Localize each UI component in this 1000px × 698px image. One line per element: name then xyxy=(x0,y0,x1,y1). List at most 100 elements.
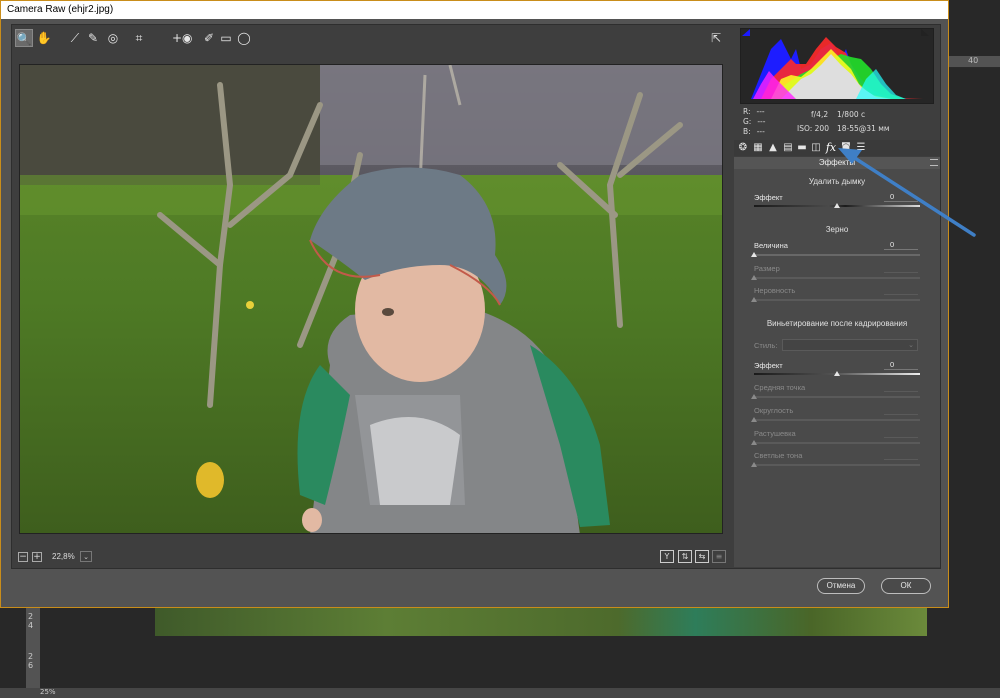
dehaze-heading: Удалить дымку xyxy=(808,177,866,186)
grain-roughness-value xyxy=(884,286,918,295)
dehaze-amount-label: Эффект xyxy=(754,193,783,202)
tab-lens-corrections-icon[interactable]: ◫ xyxy=(810,142,822,154)
hand-tool-icon[interactable]: ✋ xyxy=(35,29,53,47)
grain-size-label: Размер xyxy=(754,264,780,273)
white-balance-tool-icon[interactable]: ⟋ xyxy=(66,29,84,47)
dehaze-slider-thumb[interactable] xyxy=(834,203,840,208)
aperture-value: f/4,2 xyxy=(811,110,829,119)
tab-effects-icon[interactable]: fx xyxy=(825,142,837,154)
vignette-midpoint-label: Средняя точка xyxy=(754,383,806,392)
ruler-tick-label: 40 xyxy=(968,56,979,65)
zoom-tool-icon[interactable]: 🔍 xyxy=(15,29,33,47)
panel-tabs: ❂ ▦ ▲ ▤ ▬ ◫ fx ◙ ☰ xyxy=(734,140,940,156)
histogram-graph xyxy=(751,37,923,99)
vignette-midpoint-track xyxy=(754,396,920,398)
grain-amount-value[interactable]: 0 xyxy=(884,241,918,250)
graduated-filter-tool-icon[interactable]: ◯ xyxy=(235,29,253,47)
rgb-blue: B: --- xyxy=(743,127,765,136)
vignette-feather-label: Растушевка xyxy=(754,429,796,438)
swap-before-after-button[interactable]: ⇅ xyxy=(678,550,692,563)
vignette-amount-label: Эффект xyxy=(754,361,783,370)
vignette-roundness-value xyxy=(884,406,918,415)
title-bar[interactable]: Camera Raw (ehjr2.jpg) xyxy=(1,1,948,19)
ps-document-canvas xyxy=(155,608,927,636)
toggle-settings-button[interactable]: ≡ xyxy=(712,550,726,563)
adjustment-brush-tool-icon[interactable]: ▭ xyxy=(217,29,235,47)
image-preview[interactable] xyxy=(19,64,723,534)
histogram xyxy=(740,28,934,104)
vignette-highlights-value xyxy=(884,451,918,460)
crop-tool-icon[interactable]: ⌗ xyxy=(130,29,148,47)
window-title: Camera Raw (ehjr2.jpg) xyxy=(7,4,114,15)
ps-zoom-status: 25% xyxy=(40,688,56,696)
shutter-value: 1/800 с xyxy=(837,110,866,119)
tab-hsl-icon[interactable]: ▤ xyxy=(782,142,794,154)
color-sampler-tool-icon[interactable]: ✎ xyxy=(84,29,102,47)
tab-detail-icon[interactable]: ▲ xyxy=(767,142,779,154)
vignette-highlights-track xyxy=(754,464,920,466)
grain-size-value xyxy=(884,264,918,273)
vignette-roundness-thumb xyxy=(751,417,757,422)
highlight-clipping-icon[interactable] xyxy=(921,29,929,36)
zoom-bar: − + 22,8% ⌄ Y ⇅ ⇆ ≡ xyxy=(12,548,730,566)
vignette-highlights-label: Светлые тона xyxy=(754,451,803,460)
grain-heading: Зерно xyxy=(825,225,849,234)
ps-ruler-left: 2 4 2 6 xyxy=(26,608,40,688)
vignette-highlights-thumb xyxy=(751,462,757,467)
view-mode-y-button[interactable]: Y xyxy=(660,550,674,563)
rgb-red: R: --- xyxy=(743,107,765,116)
vignette-midpoint-thumb xyxy=(751,394,757,399)
iso-value: ISO: 200 xyxy=(797,124,829,133)
dehaze-amount-value[interactable]: 0 xyxy=(884,193,918,202)
photo-child-in-garden xyxy=(20,65,722,533)
rgb-green: G: --- xyxy=(743,117,766,126)
vignette-roundness-track xyxy=(754,419,920,421)
targeted-adjustment-tool-icon[interactable]: ◎ xyxy=(104,29,122,47)
red-eye-tool-icon[interactable]: +◉ xyxy=(172,29,193,47)
ruler-tick-label: 2 4 xyxy=(28,612,34,630)
grain-roughness-label: Неровность xyxy=(754,286,796,295)
tab-camera-calibration-icon[interactable]: ◙ xyxy=(840,142,852,154)
vignette-feather-track xyxy=(754,442,920,444)
grain-amount-label: Величина xyxy=(754,241,788,250)
zoom-in-button[interactable]: + xyxy=(32,552,42,562)
vignette-amount-thumb[interactable] xyxy=(834,371,840,376)
tab-tone-curve-icon[interactable]: ▦ xyxy=(752,142,764,154)
vignette-heading: Виньетирование после кадрирования xyxy=(766,319,908,328)
grain-size-track xyxy=(754,277,920,279)
zoom-out-button[interactable]: − xyxy=(18,552,28,562)
effects-panel: Эффекты Удалить дымку Эффект 0 Зерно Вел… xyxy=(734,157,940,567)
grain-amount-track[interactable] xyxy=(754,254,920,256)
vignette-style-select[interactable]: ⌄ xyxy=(782,339,918,351)
ps-status-bar: 25% xyxy=(0,688,1000,698)
vignette-amount-value[interactable]: 0 xyxy=(884,361,918,370)
grain-roughness-thumb xyxy=(751,297,757,302)
shadow-clipping-icon[interactable] xyxy=(742,29,750,36)
spot-removal-tool-icon[interactable]: ✐ xyxy=(200,29,218,47)
copy-settings-button[interactable]: ⇆ xyxy=(695,550,709,563)
vignette-feather-thumb xyxy=(751,440,757,445)
open-preferences-icon[interactable]: ⇱ xyxy=(708,30,724,46)
panel-menu-icon[interactable] xyxy=(930,159,938,166)
ruler-tick-label: 2 6 xyxy=(28,652,34,670)
tab-split-toning-icon[interactable]: ▬ xyxy=(796,142,808,154)
vignette-midpoint-value xyxy=(884,383,918,392)
tab-presets-icon[interactable]: ☰ xyxy=(855,142,867,154)
pixel-readout: R: --- G: --- B: --- f/4,2 1/800 с ISO: 200… xyxy=(741,106,934,138)
toolbar: 🔍 ✋ ⟋ ✎ ◎ ⌗ +◉ ✐ ▭ ◯ xyxy=(12,28,730,50)
grain-amount-thumb[interactable] xyxy=(751,252,757,257)
lens-value: 18-55@31 мм xyxy=(837,124,890,133)
ok-button[interactable]: ОК xyxy=(881,578,931,594)
grain-size-thumb xyxy=(751,275,757,280)
tab-basic-icon[interactable]: ❂ xyxy=(737,142,749,154)
panel-title: Эффекты xyxy=(734,157,940,169)
chevron-down-icon: ⌄ xyxy=(908,341,914,349)
cancel-button[interactable]: Отмена xyxy=(817,578,865,594)
vignette-style-label: Стиль: xyxy=(754,341,778,350)
ps-ruler-top: 40 xyxy=(948,56,1000,68)
zoom-level[interactable]: 22,8% xyxy=(52,552,75,561)
zoom-dropdown-icon[interactable]: ⌄ xyxy=(80,551,92,562)
vignette-roundness-label: Округлость xyxy=(754,406,794,415)
grain-roughness-track xyxy=(754,299,920,301)
vignette-feather-value xyxy=(884,429,918,438)
